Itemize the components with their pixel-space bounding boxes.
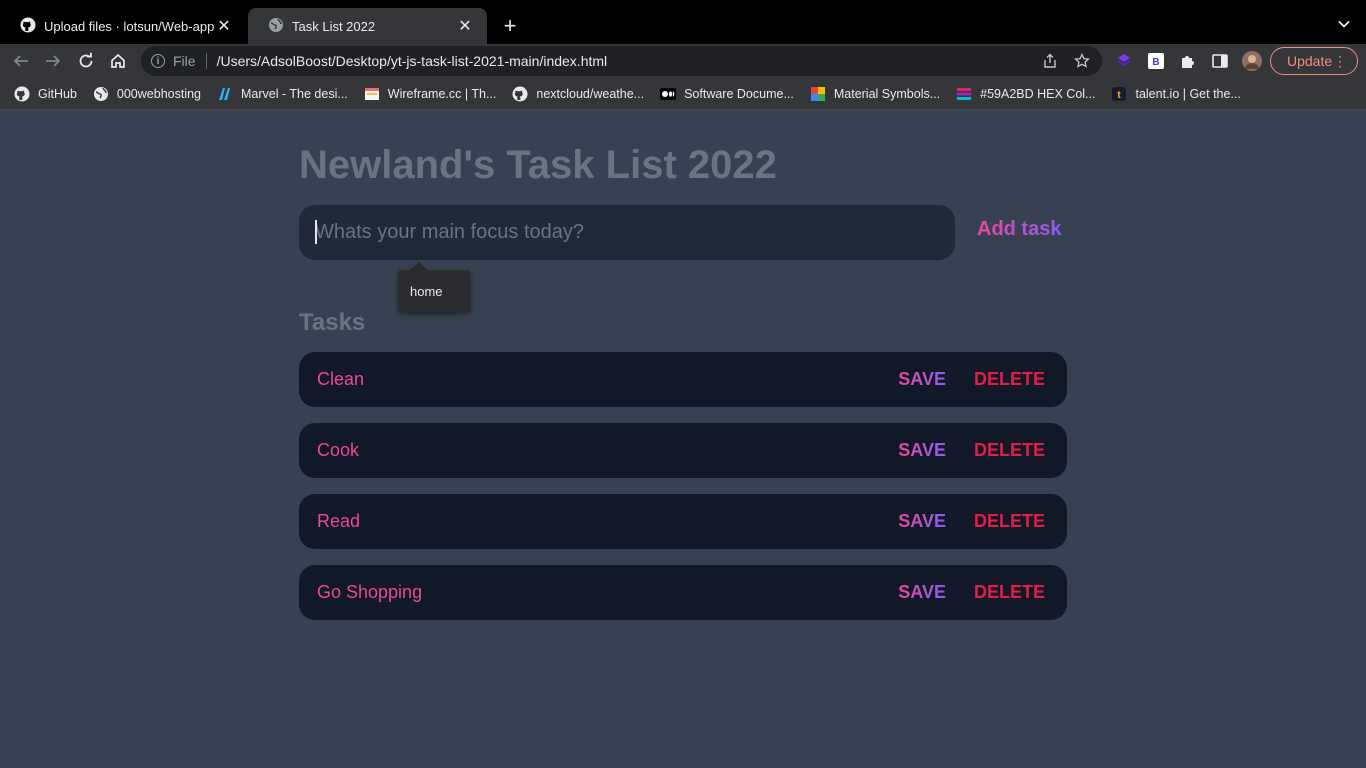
bookmark-label: 000webhosting bbox=[116, 86, 202, 101]
reload-icon[interactable] bbox=[73, 48, 99, 74]
browser-toolbar: i File /Users/AdsolBoost/Desktop/yt-js-t… bbox=[0, 44, 1366, 78]
task-item: Clean SAVE DELETE bbox=[299, 352, 1067, 407]
address-bar[interactable]: i File /Users/AdsolBoost/Desktop/yt-js-t… bbox=[141, 46, 1102, 76]
bookmark-nextcloud[interactable]: nextcloud/weathe... bbox=[512, 86, 644, 102]
bookmark-marvel[interactable]: Marvel - The desi... bbox=[217, 86, 348, 102]
tab-title: Upload files · lotsun/Web-app- bbox=[44, 18, 214, 34]
task-item: Read SAVE DELETE bbox=[299, 494, 1067, 549]
url-scheme: File bbox=[173, 53, 196, 69]
bookmark-label: talent.io | Get the... bbox=[1135, 86, 1241, 101]
back-arrow-icon[interactable] bbox=[8, 48, 34, 74]
bookmark-label: nextcloud/weathe... bbox=[536, 86, 645, 101]
extension-b-icon[interactable]: B bbox=[1146, 51, 1166, 71]
bookmark-label: GitHub bbox=[38, 86, 77, 101]
task-input[interactable] bbox=[299, 205, 955, 260]
side-panel-icon[interactable] bbox=[1210, 51, 1230, 71]
task-list: Clean SAVE DELETE Cook SAVE DELETE Read … bbox=[299, 352, 1067, 636]
home-icon[interactable] bbox=[105, 48, 131, 74]
save-button[interactable]: SAVE bbox=[898, 440, 946, 461]
bookmark-github[interactable]: GitHub bbox=[14, 86, 77, 102]
update-button[interactable]: Update ⋮ bbox=[1270, 47, 1358, 75]
tab-upload-files[interactable]: Upload files · lotsun/Web-app- ✕ bbox=[0, 8, 246, 44]
task-text[interactable]: Read bbox=[317, 511, 898, 532]
chevron-down-icon[interactable] bbox=[1334, 14, 1354, 34]
github-icon bbox=[20, 17, 36, 36]
task-text[interactable]: Go Shopping bbox=[317, 582, 898, 603]
bookmark-material-symbols[interactable]: Material Symbols... bbox=[810, 86, 940, 102]
close-icon[interactable]: ✕ bbox=[214, 16, 234, 36]
bookmark-label: Wireframe.cc | Th... bbox=[387, 86, 497, 101]
delete-button[interactable]: DELETE bbox=[974, 369, 1045, 390]
medium-icon bbox=[660, 86, 677, 102]
tab-strip: Upload files · lotsun/Web-app- ✕ Task Li… bbox=[0, 0, 1366, 44]
update-label: Update bbox=[1287, 53, 1333, 69]
bookmark-wireframe[interactable]: Wireframe.cc | Th... bbox=[364, 86, 497, 102]
tasks-heading: Tasks bbox=[299, 309, 366, 336]
save-button[interactable]: SAVE bbox=[898, 582, 946, 603]
autocomplete-arrow bbox=[410, 262, 428, 270]
marvel-icon bbox=[217, 86, 233, 102]
bookmark-label: Marvel - The desi... bbox=[241, 86, 348, 101]
more-vert-icon[interactable]: ⋮ bbox=[1333, 54, 1347, 68]
wireframe-icon bbox=[364, 86, 380, 102]
delete-button[interactable]: DELETE bbox=[974, 511, 1045, 532]
forward-arrow-icon[interactable] bbox=[40, 48, 66, 74]
tab-task-list[interactable]: Task List 2022 ✕ bbox=[248, 8, 487, 44]
task-item: Go Shopping SAVE DELETE bbox=[299, 565, 1067, 620]
delete-button[interactable]: DELETE bbox=[974, 440, 1045, 461]
tab-title: Task List 2022 bbox=[292, 18, 376, 34]
bookmarks-bar: GitHub 000webhosting Marvel - The desi..… bbox=[0, 78, 1366, 110]
autocomplete-suggestion[interactable]: home bbox=[398, 270, 470, 312]
bookmark-software-docs[interactable]: Software Docume... bbox=[660, 86, 794, 102]
bookmark-label: #59A2BD HEX Col... bbox=[980, 86, 1096, 101]
delete-button[interactable]: DELETE bbox=[974, 582, 1045, 603]
task-text[interactable]: Clean bbox=[317, 369, 898, 390]
bookmark-000webhosting[interactable]: 000webhosting bbox=[93, 86, 201, 102]
url-text[interactable]: /Users/AdsolBoost/Desktop/yt-js-task-lis… bbox=[217, 53, 1038, 69]
google-icon bbox=[810, 86, 826, 102]
save-button[interactable]: SAVE bbox=[898, 369, 946, 390]
bookmark-label: Software Docume... bbox=[684, 86, 794, 101]
bookmark-hex-color[interactable]: #59A2BD HEX Col... bbox=[956, 86, 1095, 102]
text-caret bbox=[315, 220, 317, 244]
new-tab-plus-icon[interactable]: + bbox=[496, 12, 524, 40]
svg-text:B: B bbox=[1152, 57, 1159, 68]
divider bbox=[205, 53, 207, 69]
star-icon[interactable] bbox=[1070, 49, 1094, 73]
task-item: Cook SAVE DELETE bbox=[299, 423, 1067, 478]
share-icon[interactable] bbox=[1038, 49, 1062, 73]
talent-icon: t bbox=[1111, 86, 1127, 102]
extension-purple-icon[interactable] bbox=[1114, 51, 1134, 71]
add-task-button[interactable]: Add task bbox=[977, 218, 1061, 241]
save-button[interactable]: SAVE bbox=[898, 511, 946, 532]
close-icon[interactable]: ✕ bbox=[455, 16, 475, 36]
info-icon[interactable]: i bbox=[151, 54, 165, 68]
puzzle-icon[interactable] bbox=[1178, 51, 1198, 71]
task-text[interactable]: Cook bbox=[317, 440, 898, 461]
page-title: Newland's Task List 2022 bbox=[299, 143, 777, 187]
bookmark-label: Material Symbols... bbox=[833, 86, 941, 101]
globe-icon bbox=[93, 86, 109, 102]
globe-icon bbox=[268, 17, 284, 36]
github-icon bbox=[512, 86, 528, 102]
bookmark-talent[interactable]: t talent.io | Get the... bbox=[1111, 86, 1241, 102]
avatar[interactable] bbox=[1242, 51, 1262, 71]
github-icon bbox=[14, 86, 30, 102]
color-icon bbox=[956, 86, 972, 102]
